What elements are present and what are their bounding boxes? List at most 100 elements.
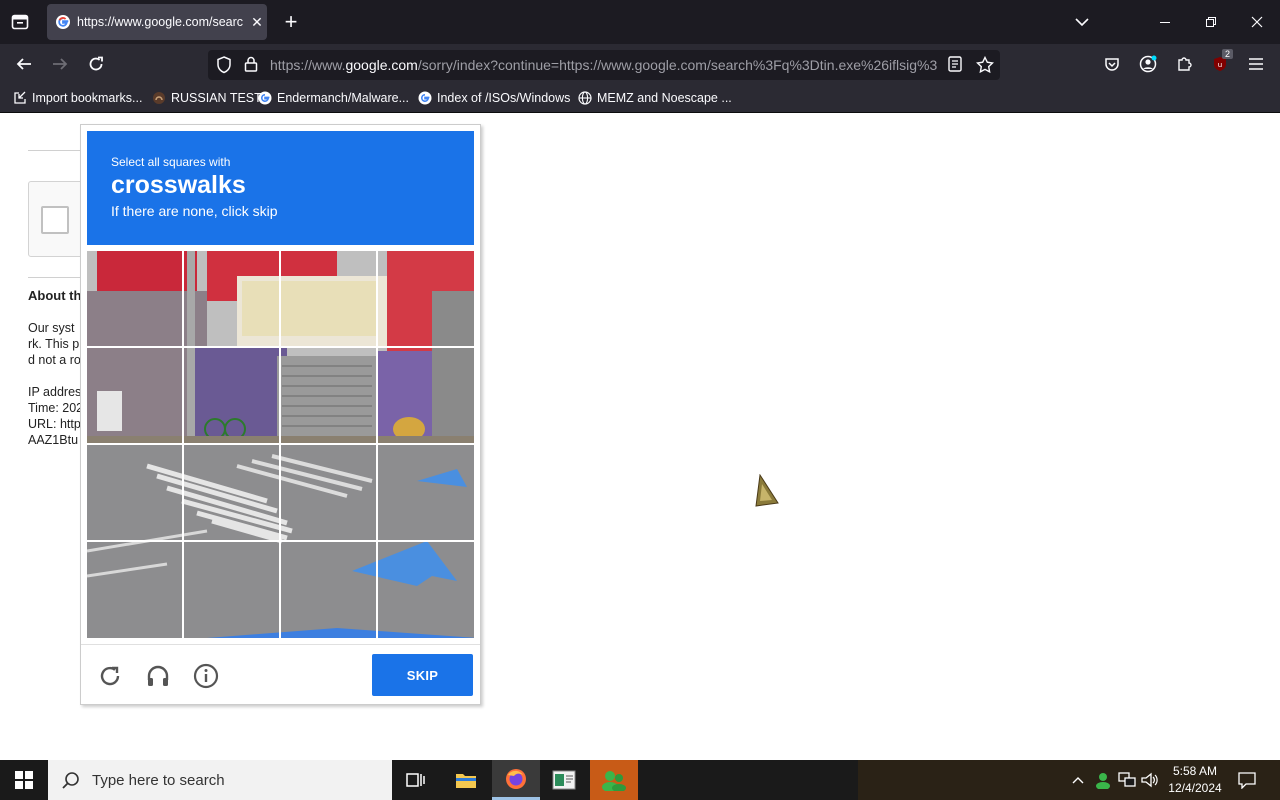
reload-challenge-button[interactable] xyxy=(95,661,125,691)
app-menu-button[interactable] xyxy=(1242,50,1270,78)
extensions-button[interactable] xyxy=(1170,50,1198,78)
about-heading: About th xyxy=(28,288,82,303)
challenge-tile[interactable] xyxy=(87,348,183,444)
challenge-header: Select all squares with crosswalks If th… xyxy=(87,131,474,245)
notifications-button[interactable] xyxy=(1237,770,1257,790)
chevron-down-icon xyxy=(1075,18,1089,27)
people-icon xyxy=(602,771,626,791)
file-explorer-app[interactable] xyxy=(442,760,490,800)
divider xyxy=(81,644,480,645)
recaptcha-challenge: Select all squares with crosswalks If th… xyxy=(80,124,481,705)
about-line: URL: http xyxy=(28,417,81,431)
app-window-icon-button[interactable] xyxy=(540,760,588,800)
challenge-tile[interactable] xyxy=(281,542,377,638)
challenge-tile[interactable] xyxy=(378,251,474,347)
google-icon xyxy=(417,90,433,106)
headphones-icon xyxy=(147,665,169,686)
reader-view-icon[interactable] xyxy=(948,56,962,72)
challenge-tile[interactable] xyxy=(378,542,474,638)
taskbar-clock[interactable]: 5:58 AM 12/4/2024 xyxy=(1160,763,1230,797)
chevron-up-icon xyxy=(1072,777,1084,784)
challenge-tile[interactable] xyxy=(87,542,183,638)
bookmark-memz[interactable]: MEMZ and Noescape ... xyxy=(577,90,732,106)
firefox-view-button[interactable] xyxy=(6,8,34,36)
bookmark-import[interactable]: Import bookmarks... xyxy=(12,90,142,106)
about-line: d not a ro xyxy=(28,353,81,367)
challenge-instruction: Select all squares with xyxy=(111,155,231,169)
divider xyxy=(28,277,80,278)
challenge-tile[interactable] xyxy=(281,251,377,347)
tray-app-icon[interactable] xyxy=(1093,770,1113,790)
puzzle-icon xyxy=(1178,57,1192,71)
close-window-button[interactable] xyxy=(1234,0,1280,44)
divider xyxy=(28,150,80,151)
firefox-app[interactable] xyxy=(492,760,540,800)
recaptcha-checkbox[interactable] xyxy=(41,206,69,234)
new-tab-button[interactable]: + xyxy=(278,8,304,36)
url-host: google.com xyxy=(345,57,418,73)
volume-button[interactable] xyxy=(1140,770,1160,790)
restore-button[interactable] xyxy=(1188,0,1234,44)
about-line xyxy=(28,368,88,384)
info-button[interactable] xyxy=(191,661,221,691)
show-hidden-icons-button[interactable] xyxy=(1068,770,1088,790)
challenge-tile[interactable] xyxy=(184,348,280,444)
firefox-icon xyxy=(506,768,526,789)
taskbar-search[interactable]: Type here to search xyxy=(48,760,392,800)
challenge-tile[interactable] xyxy=(87,251,183,347)
site-icon xyxy=(151,90,167,106)
challenge-tile[interactable] xyxy=(87,445,183,541)
extension-badge: 2 xyxy=(1222,49,1234,59)
audio-challenge-button[interactable] xyxy=(143,661,173,691)
minimize-icon xyxy=(1160,22,1170,23)
about-line: IP addres xyxy=(28,385,82,399)
bookmark-label: RUSSIAN TEST xyxy=(171,91,262,105)
bookmarks-toolbar: Import bookmarks... RUSSIAN TEST Enderma… xyxy=(0,84,1280,113)
challenge-tile[interactable] xyxy=(184,445,280,541)
reload-icon xyxy=(89,56,103,71)
clock-time: 5:58 AM xyxy=(1172,764,1218,778)
import-icon xyxy=(12,90,28,106)
ublock-origin-button[interactable]: u 2 xyxy=(1206,49,1234,78)
bookmark-russian-test[interactable]: RUSSIAN TEST xyxy=(151,90,262,106)
google-icon xyxy=(257,90,273,106)
account-button[interactable] xyxy=(1134,50,1162,78)
start-button[interactable] xyxy=(0,760,48,800)
challenge-tile[interactable] xyxy=(281,445,377,541)
bookmark-endermanch[interactable]: Endermanch/Malware... xyxy=(257,90,409,106)
bookmark-star-icon[interactable] xyxy=(976,56,994,74)
forward-button[interactable] xyxy=(46,50,74,78)
challenge-tile[interactable] xyxy=(184,542,280,638)
google-icon xyxy=(56,15,70,29)
skip-button[interactable]: SKIP xyxy=(372,654,473,696)
url-path: /sorry/index?continue=https://www.google… xyxy=(417,57,938,73)
tab-title: https://www.google.com/searc xyxy=(77,15,243,29)
url-text[interactable]: https://www.google.com/sorry/index?conti… xyxy=(270,56,938,74)
challenge-tile[interactable] xyxy=(184,251,280,347)
about-line: Time: 202 xyxy=(28,401,84,415)
minimize-button[interactable] xyxy=(1142,0,1188,44)
network-icon xyxy=(1118,772,1136,787)
pocket-button[interactable] xyxy=(1098,50,1126,78)
reload-button[interactable] xyxy=(82,50,110,78)
lock-icon[interactable] xyxy=(244,56,258,72)
challenge-tile[interactable] xyxy=(378,445,474,541)
shield-icon[interactable] xyxy=(216,56,232,74)
back-button[interactable] xyxy=(10,50,38,78)
tab-bar: https://www.google.com/searc ✕ + xyxy=(0,0,1280,44)
bookmark-label: MEMZ and Noescape ... xyxy=(597,91,732,105)
arrow-right-icon xyxy=(53,58,68,70)
about-line: rk. This p xyxy=(28,337,80,351)
list-all-tabs-button[interactable] xyxy=(1068,8,1096,36)
challenge-tile[interactable] xyxy=(281,348,377,444)
challenge-tile[interactable] xyxy=(378,348,474,444)
close-tab-icon[interactable]: ✕ xyxy=(249,14,265,31)
tray-app-green-button[interactable] xyxy=(590,760,638,800)
network-button[interactable] xyxy=(1117,770,1137,790)
task-view-button[interactable] xyxy=(392,760,440,800)
tab-google-sorry[interactable]: https://www.google.com/searc ✕ xyxy=(47,4,267,40)
folder-icon xyxy=(456,774,476,788)
bookmark-index-isos[interactable]: Index of /ISOs/Windows xyxy=(417,90,570,106)
windows-taskbar: Type here to search 5:58 AM 12/4/2024 xyxy=(0,760,1280,800)
search-icon xyxy=(62,772,79,789)
